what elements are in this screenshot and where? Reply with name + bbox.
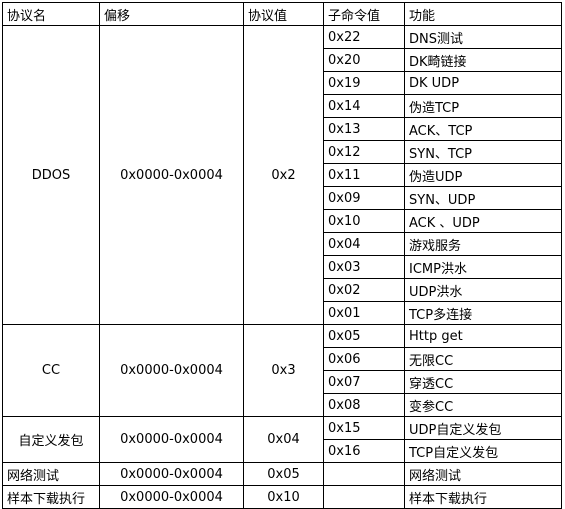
subcommand-value-cell: 0x15 [323, 416, 405, 440]
subcommand-value-cell: 0x07 [323, 370, 405, 394]
subcommand-value-cell: 0x03 [323, 255, 405, 279]
subcommand-value-cell: 0x09 [323, 186, 405, 210]
header-row: 协议名 偏移 协议值 子命令值 功能 [2, 2, 562, 26]
function-cell: Http get [404, 324, 562, 348]
table-row: 自定义发包 0x0000-0x0004 0x04 0x15 UDP自定义发包 [2, 416, 562, 463]
subcommand-value-cell [323, 462, 405, 486]
subcommand-value-cell: 0x05 [323, 324, 405, 348]
function-cell: 无限CC [404, 347, 562, 371]
offset-cell: 0x0000-0x0004 [99, 485, 244, 509]
protocol-value-cell: 0x05 [243, 462, 324, 486]
protocol-table: 协议名 偏移 协议值 子命令值 功能 DDOS 0x0000-0x0004 0x2 0… [2, 2, 562, 509]
subcommand-value-cell: 0x19 [323, 71, 405, 95]
subcommand-value-cell: 0x02 [323, 278, 405, 302]
offset-cell: 0x0000-0x0004 [99, 324, 244, 417]
function-cell: 伪造UDP [404, 163, 562, 187]
subcommand-value-cell: 0x06 [323, 347, 405, 371]
protocol-name-cell: 网络测试 [2, 462, 100, 486]
function-cell: 伪造TCP [404, 94, 562, 118]
header-protocol-value: 协议值 [243, 2, 324, 26]
offset-cell: 0x0000-0x0004 [99, 416, 244, 463]
table-row: CC 0x0000-0x0004 0x3 0x05 Http get [2, 324, 562, 417]
function-cell: ACK、TCP [404, 117, 562, 141]
subcommand-value-cell: 0x04 [323, 232, 405, 256]
header-protocol-name: 协议名 [2, 2, 100, 26]
subcommand-value-cell: 0x12 [323, 140, 405, 164]
function-cell: UDP洪水 [404, 278, 562, 302]
function-cell: ICMP洪水 [404, 255, 562, 279]
function-cell: UDP自定义发包 [404, 416, 562, 440]
subcommand-value-cell: 0x20 [323, 48, 405, 72]
subcommand-value-cell: 0x14 [323, 94, 405, 118]
table-row: 样本下载执行 0x0000-0x0004 0x10 样本下载执行 [2, 485, 562, 509]
protocol-name-cell: DDOS [2, 25, 100, 325]
function-cell: SYN、TCP [404, 140, 562, 164]
subcommand-value-cell: 0x13 [323, 117, 405, 141]
subcommand-value-cell: 0x22 [323, 25, 405, 49]
function-cell: 网络测试 [404, 462, 562, 486]
offset-cell: 0x0000-0x0004 [99, 25, 244, 325]
protocol-value-cell: 0x04 [243, 416, 324, 463]
subcommand-value-cell: 0x11 [323, 163, 405, 187]
header-function: 功能 [404, 2, 562, 26]
function-cell: DK UDP [404, 71, 562, 95]
function-cell: TCP多连接 [404, 301, 562, 325]
protocol-value-cell: 0x3 [243, 324, 324, 417]
table-body: DDOS 0x0000-0x0004 0x2 0x22 DNS测试 0x20 DK畸链接 0x… [2, 25, 562, 509]
protocol-name-cell: 样本下载执行 [2, 485, 100, 509]
function-cell: DK畸链接 [404, 48, 562, 72]
table-row: 网络测试 0x0000-0x0004 0x05 网络测试 [2, 462, 562, 486]
subcommand-value-cell [323, 485, 405, 509]
offset-cell: 0x0000-0x0004 [99, 462, 244, 486]
subcommand-value-cell: 0x16 [323, 439, 405, 463]
function-cell: SYN、UDP [404, 186, 562, 210]
subcommand-value-cell: 0x08 [323, 393, 405, 417]
function-cell: 游戏服务 [404, 232, 562, 256]
function-cell: DNS测试 [404, 25, 562, 49]
function-cell: 变参CC [404, 393, 562, 417]
protocol-value-cell: 0x10 [243, 485, 324, 509]
protocol-value-cell: 0x2 [243, 25, 324, 325]
subcommand-value-cell: 0x10 [323, 209, 405, 233]
protocol-name-cell: CC [2, 324, 100, 417]
protocol-name-cell: 自定义发包 [2, 416, 100, 463]
function-cell: 穿透CC [404, 370, 562, 394]
function-cell: ACK 、UDP [404, 209, 562, 233]
header-offset: 偏移 [99, 2, 244, 26]
subcommand-value-cell: 0x01 [323, 301, 405, 325]
function-cell: 样本下载执行 [404, 485, 562, 509]
header-subcommand-value: 子命令值 [323, 2, 405, 26]
function-cell: TCP自定义发包 [404, 439, 562, 463]
table-row: DDOS 0x0000-0x0004 0x2 0x22 DNS测试 [2, 25, 562, 325]
